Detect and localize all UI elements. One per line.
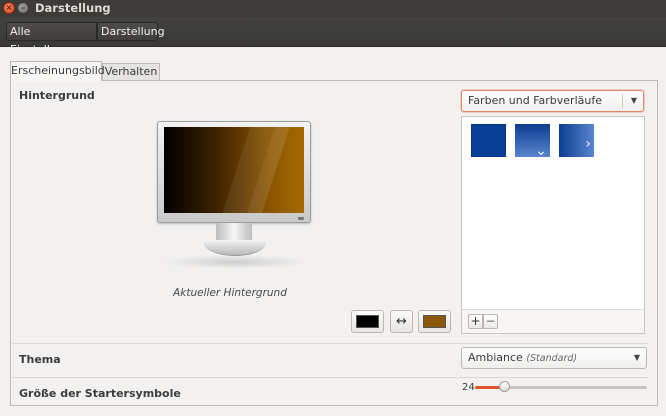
swap-colors-button[interactable]: ↔ [390, 310, 413, 333]
primary-color-swatch [356, 315, 379, 328]
minimize-button[interactable]: – [17, 2, 29, 14]
monitor-shadow [160, 255, 310, 269]
dropdown-separator [622, 94, 623, 108]
horizontal-gradient-thumbnail[interactable]: › [559, 124, 594, 157]
monitor-preview [157, 121, 311, 223]
launcher-icon-size-label: Größe der Startersymbole [19, 387, 181, 400]
section-divider [12, 343, 648, 344]
theme-value: Ambiance [468, 351, 523, 364]
power-led-icon [298, 217, 304, 220]
vertical-gradient-thumbnail[interactable]: ⌄ [515, 124, 550, 159]
breadcrumb-all-settings[interactable]: Alle Einstellungen [6, 22, 97, 56]
wallpaper-list-toolbar: + − [462, 309, 644, 333]
theme-default-hint: (Standard) [526, 353, 578, 364]
section-divider [12, 377, 648, 378]
swap-arrows-icon: ↔ [396, 314, 407, 329]
launcher-icon-size-slider[interactable] [475, 381, 647, 392]
breadcrumb-appearance[interactable]: Darstellung [97, 22, 165, 41]
dropdown-arrow-icon: ▼ [633, 353, 640, 362]
launcher-icon-size-value: 24 [462, 382, 475, 393]
close-button[interactable]: × [3, 2, 15, 14]
background-type-dropdown[interactable]: Farben und Farbverläufe ▼ [461, 90, 644, 112]
secondary-color-button[interactable] [418, 310, 451, 333]
toolbar: Alle Einstellungen Darstellung [0, 17, 666, 56]
secondary-color-swatch [423, 315, 446, 328]
slider-handle[interactable] [499, 381, 510, 392]
theme-label: Thema [19, 353, 61, 366]
dropdown-arrow-icon: ▼ [630, 96, 637, 105]
solid-color-thumbnail[interactable] [471, 124, 506, 157]
window-title: Darstellung [35, 1, 111, 15]
close-icon: × [5, 3, 13, 12]
title-bar: × – Darstellung [0, 0, 666, 17]
wallpaper-list[interactable]: ⌄ › + − [461, 116, 645, 334]
current-background-caption: Aktueller Hintergrund [173, 287, 287, 299]
background-label: Hintergrund [19, 89, 95, 102]
theme-dropdown[interactable]: Ambiance (Standard) ▼ [461, 347, 647, 369]
tab-behavior[interactable]: Verhalten [102, 63, 160, 80]
primary-color-button[interactable] [351, 310, 384, 333]
add-wallpaper-button[interactable]: + [468, 314, 483, 329]
minimize-icon: – [21, 3, 25, 12]
tab-appearance[interactable]: Erscheinungsbild [10, 61, 105, 81]
remove-wallpaper-button[interactable]: − [483, 314, 498, 329]
background-type-value: Farben und Farbverläufe [468, 94, 602, 107]
current-background-preview [164, 127, 304, 213]
chevron-down-icon: ⌄ [535, 143, 547, 159]
chevron-right-icon: › [585, 136, 591, 152]
